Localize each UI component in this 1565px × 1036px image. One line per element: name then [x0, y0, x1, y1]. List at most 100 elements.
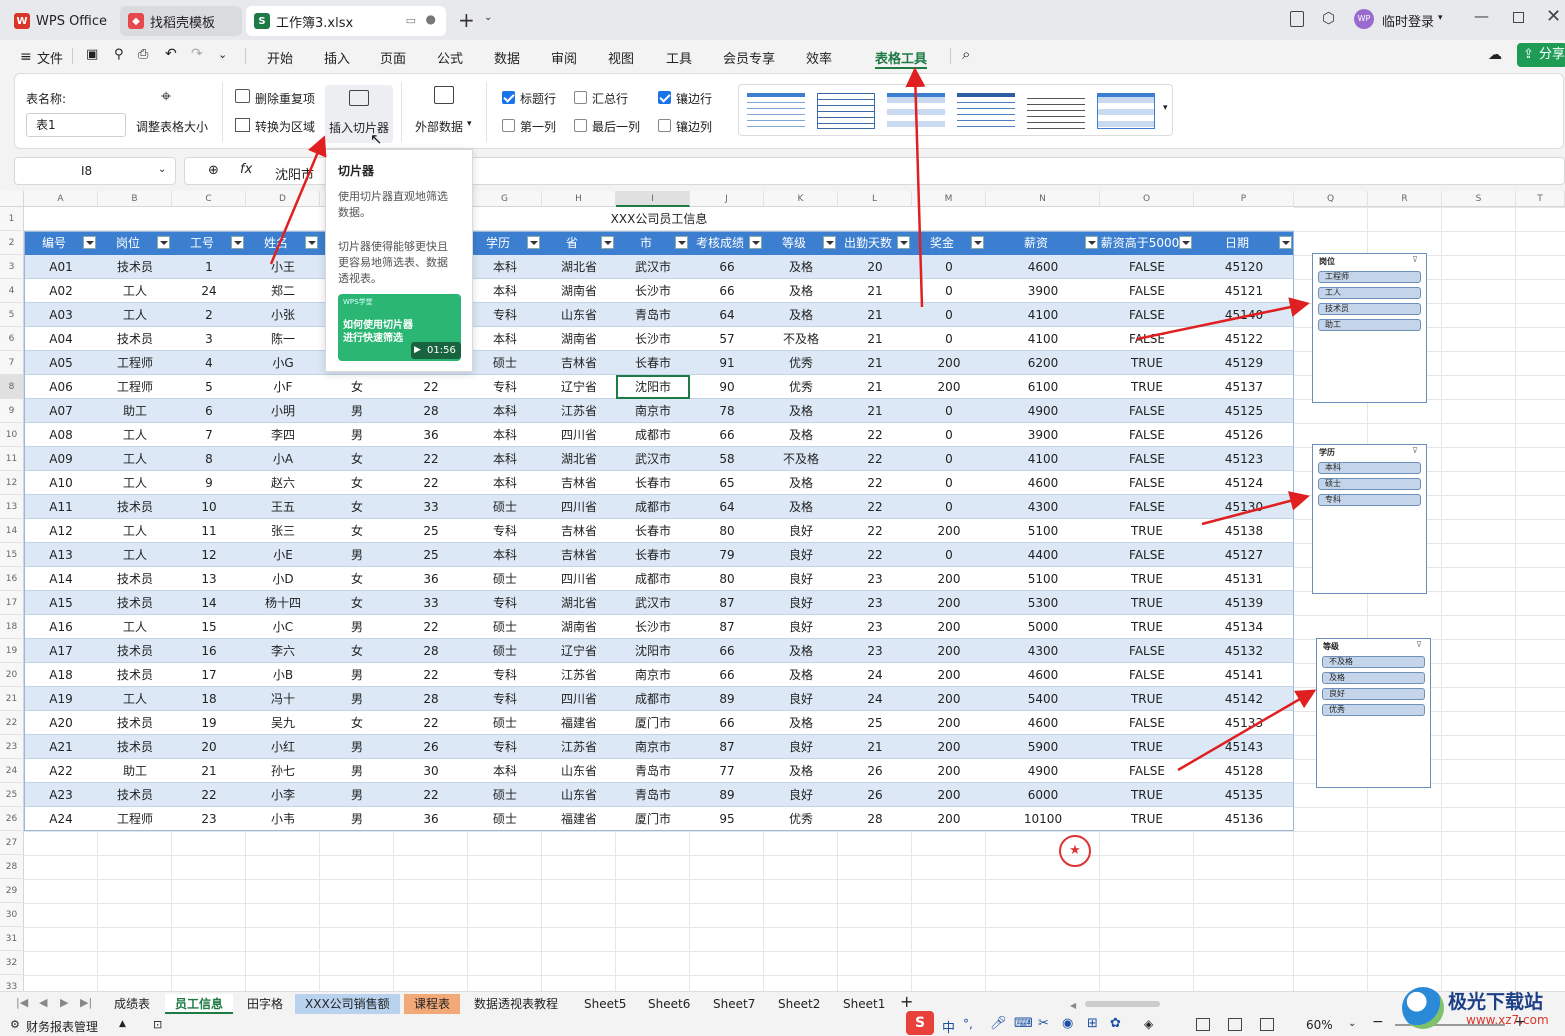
table-cell[interactable]: 22	[394, 615, 468, 639]
table-cell[interactable]: 赵六	[246, 471, 320, 495]
slicer-item[interactable]: 专科	[1318, 494, 1421, 506]
table-cell[interactable]: 优秀	[764, 807, 838, 831]
table-cell[interactable]: 4	[172, 351, 246, 375]
table-cell[interactable]: 21	[838, 375, 912, 399]
slicer-item[interactable]: 助工	[1318, 319, 1421, 331]
ime-mode[interactable]: 中	[942, 1017, 955, 1036]
page-layout-icon[interactable]	[1228, 1018, 1242, 1031]
table-cell[interactable]: 山东省	[542, 303, 616, 327]
table-cell[interactable]: 技术员	[98, 711, 172, 735]
row-header[interactable]: 3	[0, 255, 24, 279]
external-data-button[interactable]: 外部数据	[415, 118, 463, 135]
table-cell[interactable]: 3900	[986, 279, 1100, 303]
table-cell[interactable]: 硕士	[468, 783, 542, 807]
sheet-tab[interactable]: 数据透视表教程	[464, 994, 568, 1014]
table-cell[interactable]: 及格	[764, 279, 838, 303]
table-cell[interactable]: 工人	[98, 519, 172, 543]
table-cell[interactable]: 吴九	[246, 711, 320, 735]
table-cell[interactable]: 青岛市	[616, 783, 690, 807]
column-header[interactable]: T	[1516, 191, 1565, 207]
table-cell[interactable]: 6200	[986, 351, 1100, 375]
table-cell[interactable]: 45137	[1194, 375, 1294, 399]
column-header[interactable]: B	[98, 191, 172, 207]
row-header[interactable]: 2	[0, 231, 24, 255]
column-header[interactable]: A	[24, 191, 98, 207]
table-cell[interactable]: 工人	[98, 687, 172, 711]
table-cell[interactable]: 15	[172, 615, 246, 639]
table-cell[interactable]: 26	[394, 735, 468, 759]
table-cell[interactable]: A21	[24, 735, 98, 759]
table-cell[interactable]: 技术员	[98, 327, 172, 351]
filter-dropdown-icon[interactable]	[305, 236, 318, 249]
table-cell[interactable]: 36	[394, 807, 468, 831]
table-cell[interactable]: 技术员	[98, 663, 172, 687]
menu-member[interactable]: 会员专享	[723, 48, 775, 67]
table-cell[interactable]: 21	[172, 759, 246, 783]
table-cell[interactable]: 长沙市	[616, 615, 690, 639]
table-cell[interactable]: A20	[24, 711, 98, 735]
table-cell[interactable]: 冯十	[246, 687, 320, 711]
table-cell[interactable]: 45122	[1194, 327, 1294, 351]
table-cell[interactable]: 四川省	[542, 495, 616, 519]
table-cell[interactable]: 22	[838, 447, 912, 471]
sheet-tab[interactable]: Sheet2	[768, 994, 830, 1014]
table-cell[interactable]: 技术员	[98, 255, 172, 279]
play-icon[interactable]: ▶	[414, 342, 421, 359]
table-style-3[interactable]	[887, 93, 945, 129]
table-cell[interactable]: 男	[320, 759, 394, 783]
table-cell[interactable]: A07	[24, 399, 98, 423]
table-cell[interactable]: FALSE	[1100, 495, 1194, 519]
table-cell[interactable]: FALSE	[1100, 303, 1194, 327]
table-cell[interactable]: 男	[320, 735, 394, 759]
row-header[interactable]: 15	[0, 543, 24, 567]
table-header-cell[interactable]: 学历	[468, 231, 542, 255]
cube-icon[interactable]: ⬡	[1322, 9, 1335, 27]
table-cell[interactable]: 66	[690, 279, 764, 303]
table-cell[interactable]: 长春市	[616, 351, 690, 375]
table-cell[interactable]: 22	[394, 783, 468, 807]
table-cell[interactable]: 45120	[1194, 255, 1294, 279]
table-cell[interactable]: 厦门市	[616, 711, 690, 735]
table-cell[interactable]: 技术员	[98, 783, 172, 807]
zoom-formula-icon[interactable]: ⊕	[208, 163, 219, 178]
row-header[interactable]: 19	[0, 639, 24, 663]
filter-dropdown-icon[interactable]	[1279, 236, 1292, 249]
row-header[interactable]: 31	[0, 927, 24, 951]
slicer-0[interactable]: 岗位 ⊽ 工程师 工人 技术员 助工	[1312, 253, 1427, 403]
table-cell[interactable]: 6000	[986, 783, 1100, 807]
table-cell[interactable]: 硕士	[468, 615, 542, 639]
table-cell[interactable]: 80	[690, 567, 764, 591]
table-cell[interactable]: A22	[24, 759, 98, 783]
table-cell[interactable]: 22	[394, 447, 468, 471]
table-cell[interactable]: 长春市	[616, 471, 690, 495]
macro-icon[interactable]: ⚙	[10, 1018, 20, 1031]
table-cell[interactable]: 男	[320, 543, 394, 567]
sheet-tab[interactable]: XXX公司销售额	[295, 994, 400, 1014]
chevron-down-icon[interactable]: ⌄	[484, 12, 492, 23]
table-cell[interactable]: 小G	[246, 351, 320, 375]
slicer-item[interactable]: 及格	[1322, 672, 1425, 684]
table-cell[interactable]: 45121	[1194, 279, 1294, 303]
table-cell[interactable]: 南京市	[616, 399, 690, 423]
table-cell[interactable]: 及格	[764, 423, 838, 447]
slicer-1[interactable]: 学历 ⊽ 本科 硕士 专科	[1312, 444, 1427, 594]
row-header[interactable]: 27	[0, 831, 24, 855]
table-cell[interactable]: 22	[838, 519, 912, 543]
table-cell[interactable]: 四川省	[542, 687, 616, 711]
row-header[interactable]: 11	[0, 447, 24, 471]
table-cell[interactable]: 技术员	[98, 495, 172, 519]
table-cell[interactable]: 工人	[98, 423, 172, 447]
table-style-1[interactable]	[747, 93, 805, 129]
status-left-label[interactable]: 财务报表管理	[26, 1018, 98, 1035]
search-icon[interactable]: ⌕	[962, 45, 970, 63]
filter-dropdown-icon[interactable]	[1179, 236, 1192, 249]
table-cell[interactable]: 23	[838, 615, 912, 639]
banded-columns-checkbox[interactable]	[658, 119, 671, 132]
table-cell[interactable]: 30	[394, 759, 468, 783]
column-header[interactable]: R	[1368, 191, 1442, 207]
table-cell[interactable]: TRUE	[1100, 375, 1194, 399]
row-header[interactable]: 33	[0, 975, 24, 991]
table-cell[interactable]: 本科	[468, 255, 542, 279]
table-style-2[interactable]	[817, 93, 875, 129]
table-cell[interactable]: 66	[690, 639, 764, 663]
